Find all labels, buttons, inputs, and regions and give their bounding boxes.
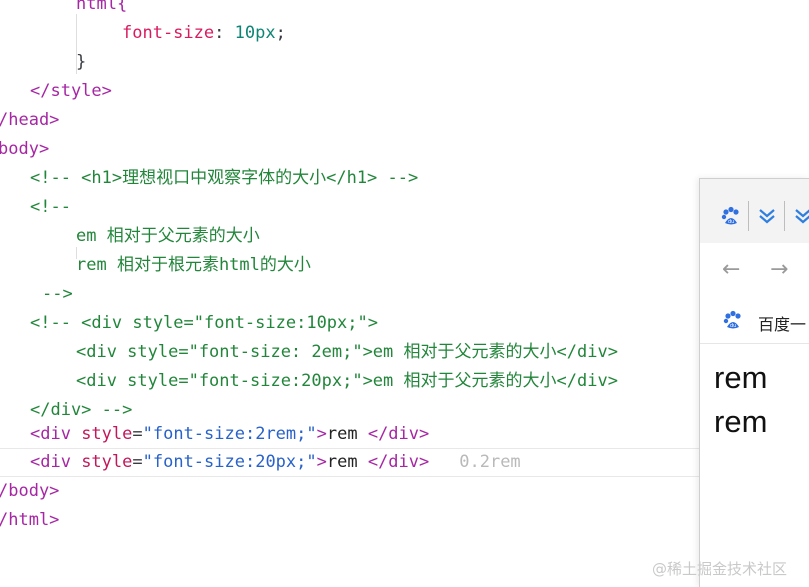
css-colon: : [214, 23, 235, 43]
code-line-html-close: /html> [0, 510, 60, 530]
code-line-close-brace: } [76, 52, 87, 72]
baidu-paw-icon[interactable]: du [720, 205, 742, 227]
code-line-comment-div-2em: <div style="font-size: 2em;">em 相对于父元素的大… [76, 342, 618, 362]
code-line-body-close: /body> [0, 481, 60, 501]
code-line-div-2rem: <div style="font-size:2rem;">rem </div> [30, 420, 429, 449]
code-line-comment-div: <!-- <div style="font-size:10px;"> [30, 313, 378, 333]
tab-separator [748, 201, 749, 231]
html-tag-open: <div [30, 424, 82, 444]
svg-text:du: du [728, 219, 734, 225]
browser-tab-bar: du [700, 179, 809, 243]
html-text: rem [326, 424, 368, 444]
html-attribute-value: "font-size:2rem;" [142, 424, 317, 444]
double-chevron-down-icon[interactable] [792, 205, 809, 227]
css-property: font-size [122, 23, 215, 43]
code-line-comment-div-20px: <div style="font-size:20px;">em 相对于父元素的大… [76, 371, 618, 391]
svg-text:du: du [730, 323, 736, 329]
forward-arrow-icon[interactable]: → [770, 259, 788, 281]
html-attribute: style [81, 452, 133, 472]
bookmark-bar: du 百度一 [700, 299, 809, 344]
code-line-comment-open: <!-- [30, 197, 71, 217]
page-viewport: rem rem [700, 344, 809, 587]
html-tag-bracket: > [316, 452, 327, 472]
html-attribute: style [81, 424, 133, 444]
double-chevron-down-icon[interactable] [756, 205, 778, 227]
html-attribute-value: "font-size:20px;" [142, 452, 317, 472]
browser-preview-window: du ← → du 百度一 rem rem [699, 178, 809, 587]
html-equals: = [132, 452, 143, 472]
watermark: @稀土掘金技术社区 [652, 560, 788, 578]
code-line-comment-rem: rem 相对于根元素html的大小 [76, 255, 311, 275]
code-line-head-close: /head> [0, 110, 60, 130]
code-line-comment-h1: <!-- <h1>理想视口中观察字体的大小</h1> --> [30, 168, 419, 188]
html-tag-open: <div [30, 452, 82, 472]
code-line-comment-close: --> [42, 284, 73, 304]
bookmark-baidu[interactable]: 百度一 [758, 311, 806, 335]
css-value: 10px [234, 23, 276, 43]
html-tag-close: </div> [367, 452, 430, 472]
back-arrow-icon[interactable]: ← [722, 259, 740, 281]
html-text: rem [326, 452, 368, 472]
code-editor[interactable]: html{ font-size: 10px; } </style> /head>… [0, 0, 809, 586]
code-line-style-close: </style> [30, 81, 112, 101]
code-line-div-20px: <div style="font-size:20px;">rem </div> 0… [30, 448, 521, 477]
css-semicolon: ; [275, 23, 286, 43]
baidu-paw-icon[interactable]: du [722, 309, 744, 331]
code-line-font-size: font-size: 10px; [122, 19, 286, 48]
html-equals: = [132, 424, 143, 444]
code-line-body-open: body> [0, 139, 50, 159]
rem-text-2: rem [714, 404, 768, 439]
html-tag-bracket: > [316, 424, 327, 444]
rem-text-1: rem [714, 360, 768, 395]
html-tag-close: </div> [367, 424, 430, 444]
code-line-html-selector: html{ [76, 0, 128, 14]
code-line-comment-em: em 相对于父元素的大小 [76, 226, 260, 246]
tab-separator [784, 201, 785, 231]
px-to-rem-hint: 0.2rem [459, 452, 521, 472]
